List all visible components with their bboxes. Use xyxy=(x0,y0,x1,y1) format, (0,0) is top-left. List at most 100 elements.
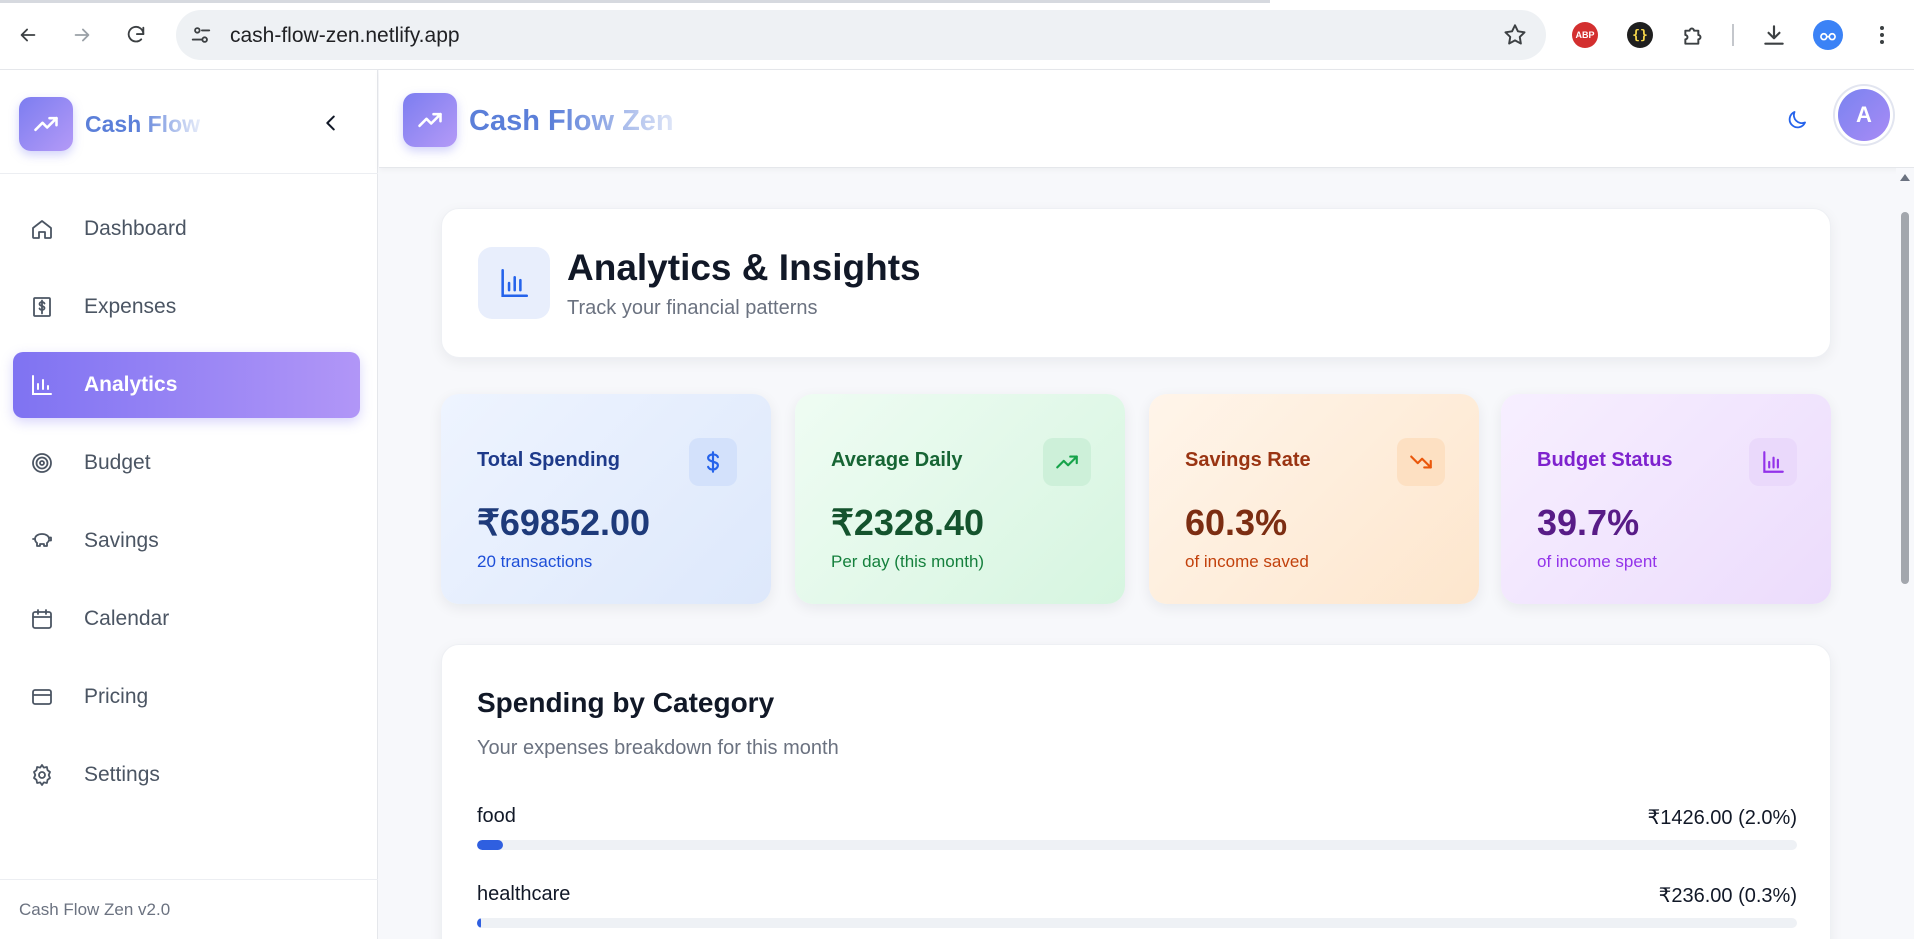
stat-label: Budget Status xyxy=(1537,449,1673,471)
site-settings-icon[interactable] xyxy=(190,24,212,46)
address-bar[interactable]: cash-flow-zen.netlify.app xyxy=(176,10,1546,60)
page-title: Analytics & Insights xyxy=(567,247,921,288)
category-name: healthcare xyxy=(477,883,571,905)
scrollbar-thumb[interactable] xyxy=(1901,212,1909,584)
stat-subtext: Per day (this month) xyxy=(831,552,985,571)
sidebar-item-label: Savings xyxy=(84,529,159,552)
category-row-food: food ₹1426.00 (2.0%) xyxy=(477,805,1797,865)
category-name: food xyxy=(477,805,516,827)
puzzle-extension-icon xyxy=(1684,27,1702,45)
trending-up-icon xyxy=(1056,455,1078,469)
piggy-bank-icon xyxy=(32,533,52,547)
reload-icon xyxy=(127,25,145,43)
bookmark-star-icon[interactable] xyxy=(1502,22,1528,48)
stat-icon-badge xyxy=(1397,438,1445,486)
sidebar-item-label: Dashboard xyxy=(84,217,187,240)
avatar[interactable]: A xyxy=(1838,89,1890,141)
download-icon xyxy=(1764,25,1784,45)
braces-extension-icon: {} xyxy=(1627,22,1653,48)
chevron-left-icon xyxy=(326,115,335,131)
header-logo[interactable] xyxy=(403,93,457,147)
sidebar-item-calendar[interactable]: Calendar xyxy=(13,586,360,652)
target-icon xyxy=(32,453,52,473)
credit-card-icon xyxy=(32,689,52,705)
bar-chart-icon xyxy=(501,268,529,298)
sidebar-item-label: Analytics xyxy=(84,373,178,396)
profile-button[interactable] xyxy=(1812,19,1844,51)
stat-subtext: 20 transactions xyxy=(477,552,593,571)
sidebar-item-label: Expenses xyxy=(84,295,177,318)
section-title: Spending by Category xyxy=(477,687,775,718)
section-subtitle: Your expenses breakdown for this month xyxy=(477,737,839,759)
collapse-sidebar-button[interactable] xyxy=(318,110,344,136)
main-content: Analytics & Insights Track your financia… xyxy=(379,168,1896,939)
downloads-button[interactable] xyxy=(1758,19,1790,51)
spending-by-category-card: Spending by Category Your expenses break… xyxy=(441,644,1831,939)
sidebar-footer: Cash Flow Zen v2.0 xyxy=(0,879,378,939)
sidebar-item-pricing[interactable]: Pricing xyxy=(13,664,360,730)
header-brand: Cash Flow Zen xyxy=(469,105,674,137)
stat-subtext: of income spent xyxy=(1537,552,1658,571)
forward-button[interactable] xyxy=(64,17,100,53)
abp-extension-icon: ABP xyxy=(1572,22,1598,48)
theme-toggle-button[interactable] xyxy=(1783,106,1811,134)
page-scrollbar[interactable] xyxy=(1896,168,1914,939)
abp-extension-button[interactable]: ABP xyxy=(1569,19,1601,51)
app-header: Cash Flow Zen A xyxy=(379,70,1914,168)
sidebar-item-label: Settings xyxy=(84,763,160,786)
stat-label: Total Spending xyxy=(477,449,620,471)
moon-icon xyxy=(1788,111,1806,129)
stat-card-average-daily: Average Daily ₹2328.40 Per day (this mon… xyxy=(795,394,1125,604)
bar-chart-icon xyxy=(32,375,52,395)
trending-up-icon xyxy=(34,116,58,132)
browser-menu-button[interactable] xyxy=(1866,19,1898,51)
receipt-icon xyxy=(33,297,51,317)
stat-value: 60.3% xyxy=(1185,502,1288,543)
stat-card-savings-rate: Savings Rate 60.3% of income saved xyxy=(1149,394,1479,604)
stat-value: ₹2328.40 xyxy=(831,502,985,543)
app-version: Cash Flow Zen v2.0 xyxy=(19,900,171,919)
app-logo[interactable] xyxy=(19,97,73,151)
trending-down-icon xyxy=(1410,455,1432,469)
sidebar-item-settings[interactable]: Settings xyxy=(13,742,360,808)
sidebar-item-savings[interactable]: Savings xyxy=(13,508,360,574)
trending-up-icon xyxy=(418,112,442,128)
sidebar-brand: Cash Flow xyxy=(85,111,200,137)
sidebar-item-dashboard[interactable]: Dashboard xyxy=(13,196,360,262)
category-amount: ₹1426.00 (2.0%) xyxy=(1647,807,1797,829)
menu-dots-icon xyxy=(1880,26,1884,44)
sidebar-item-label: Pricing xyxy=(84,685,149,708)
back-button[interactable] xyxy=(10,17,46,53)
sidebar: Cash Flow Dashboard Expenses Analytics B… xyxy=(0,70,378,939)
stat-icon-badge xyxy=(1749,438,1797,486)
dollar-icon xyxy=(707,451,719,473)
arrow-right-icon xyxy=(74,28,90,42)
profile-icon xyxy=(1813,20,1843,50)
bar-chart-icon xyxy=(1763,451,1784,473)
sidebar-item-analytics[interactable]: Analytics xyxy=(13,352,360,418)
scroll-up-arrow[interactable] xyxy=(1900,174,1910,181)
gear-icon xyxy=(33,764,51,786)
stat-card-budget-status: Budget Status 39.7% of income spent xyxy=(1501,394,1831,604)
extensions-button[interactable] xyxy=(1678,19,1710,51)
reload-button[interactable] xyxy=(118,17,154,53)
sidebar-header: Cash Flow xyxy=(0,70,378,174)
page-load-progress xyxy=(0,0,1270,3)
browser-toolbar: cash-flow-zen.netlify.app ABP {} xyxy=(0,0,1914,70)
stat-value: 39.7% xyxy=(1537,502,1640,543)
stat-label: Savings Rate xyxy=(1185,449,1311,471)
sidebar-item-budget[interactable]: Budget xyxy=(13,430,360,496)
toolbar-divider xyxy=(1732,24,1734,46)
calendar-icon xyxy=(32,609,52,629)
stat-card-total-spending: Total Spending ₹69852.00 20 transactions xyxy=(441,394,771,604)
page-header-card: Analytics & Insights Track your financia… xyxy=(441,208,1831,358)
stat-label: Average Daily xyxy=(831,449,963,471)
category-progress-fill xyxy=(477,918,481,928)
page-subtitle: Track your financial patterns xyxy=(567,297,818,319)
url-text: cash-flow-zen.netlify.app xyxy=(230,24,460,47)
stat-icon-badge xyxy=(1043,438,1091,486)
stat-subtext: of income saved xyxy=(1185,552,1309,571)
stat-icon-badge xyxy=(689,438,737,486)
braces-extension-button[interactable]: {} xyxy=(1624,19,1656,51)
sidebar-item-expenses[interactable]: Expenses xyxy=(13,274,360,340)
